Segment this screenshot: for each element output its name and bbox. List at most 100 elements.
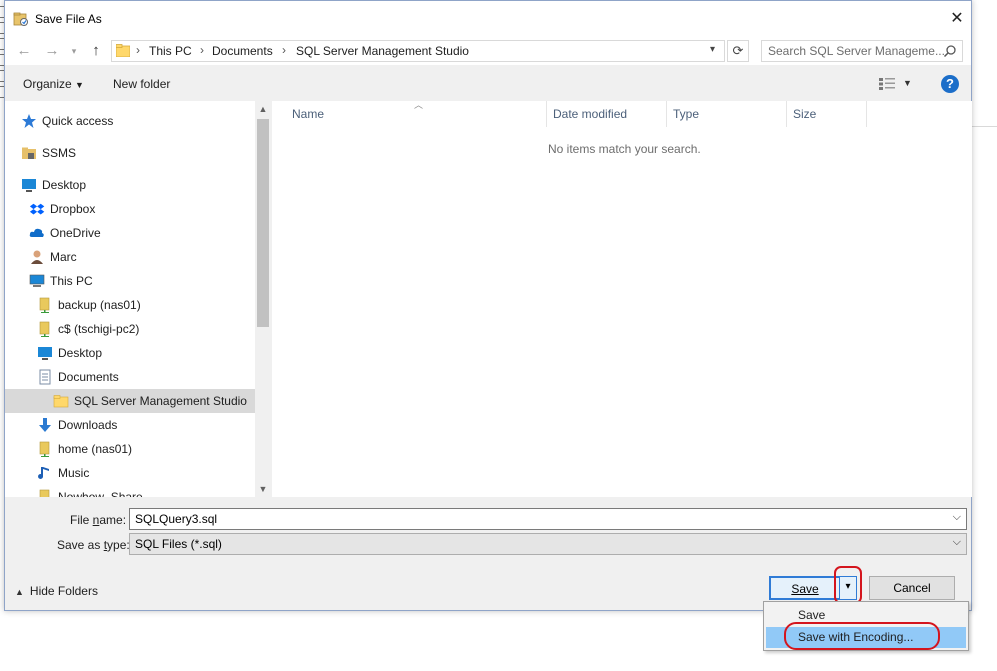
star-icon [22,114,36,128]
breadcrumb-separator-icon: › [200,43,204,57]
scrollbar-thumb[interactable] [257,119,269,327]
folder-tool-icon [22,147,36,159]
network-drive-icon [39,321,50,337]
sidebar-item-desktop[interactable]: Desktop [5,341,255,365]
sidebar-item-label: Nowhow_Share [58,490,143,497]
column-divider[interactable] [786,101,787,127]
user-icon [31,250,43,264]
back-arrow-icon[interactable]: ← [13,40,35,62]
recent-locations-chevron-icon[interactable]: ▾ [67,40,81,62]
navigation-scrollbar[interactable]: ▲ ▼ [255,101,271,497]
sidebar-item-sql-server-management-studio[interactable]: SQL Server Management Studio [5,389,255,413]
network-drive-icon [39,489,50,497]
save-as-type-dropdown-icon[interactable]: ⌵ [953,536,961,549]
search-input[interactable]: Search SQL Server Manageme... [761,40,963,62]
sidebar-item-downloads[interactable]: Downloads [5,413,255,437]
column-divider[interactable] [866,101,867,127]
desktop-icon [38,347,52,360]
sidebar-item-this-pc[interactable]: This PC [5,269,255,293]
network-drive-icon [39,297,50,313]
scroll-up-icon[interactable]: ▲ [255,101,271,117]
file-name-dropdown-icon[interactable]: ⌵ [953,511,961,524]
sidebar-item-label: This PC [50,274,93,288]
navigation-bar: ← → ▾ ↑ › This PC › Documents › SQL Serv… [5,37,971,65]
column-divider[interactable] [666,101,667,127]
computer-icon [29,274,45,287]
save-button[interactable]: Save [769,576,841,600]
column-divider[interactable] [546,101,547,127]
hide-folders-button[interactable]: ▲ Hide Folders [15,584,98,598]
save-dialog-icon [13,12,28,26]
address-dropdown-icon[interactable]: ▾ [710,44,715,55]
breadcrumb-separator-icon: › [282,43,286,57]
sidebar-item-label: Downloads [58,418,118,432]
annotation-circle [784,622,940,650]
close-button[interactable]: ✕ [945,7,969,31]
sidebar-item-label: backup (nas01) [58,298,141,312]
sidebar-item-home-nas01[interactable]: home (nas01) [5,437,255,461]
view-dropdown-icon[interactable]: ▼ [903,78,912,88]
breadcrumb-sql-server-management-studio[interactable]: SQL Server Management Studio [296,44,469,58]
sidebar-item-dropbox[interactable]: Dropbox [5,197,255,221]
sidebar-item-music[interactable]: Music [5,461,255,485]
address-bar[interactable]: › This PC › Documents › SQL Server Manag… [111,40,725,62]
sidebar-item-c-tschigi-pc2[interactable]: c$ (tschigi-pc2) [5,317,255,341]
folder-icon [116,44,130,57]
download-icon [39,418,51,432]
sidebar-item-marc[interactable]: Marc [5,245,255,269]
collapse-chevron-icon: ▲ [15,587,24,597]
breadcrumb-this-pc[interactable]: This PC [149,44,192,58]
organize-dropdown-icon: ▼ [75,80,84,90]
save-file-dialog: Save File As ✕ ← → ▾ ↑ › This PC › Docum… [4,0,972,611]
command-bar: Organize ▼ New folder ▼ ? [5,65,971,101]
view-options-icon[interactable] [879,78,895,90]
sidebar-item-desktop[interactable]: Desktop [5,173,255,197]
sidebar-item-label: Dropbox [50,202,96,216]
breadcrumb-documents[interactable]: Documents [212,44,273,58]
save-as-type-value: SQL Files (*.sql) [135,537,222,551]
save-as-type-select[interactable]: SQL Files (*.sql) ⌵ [129,533,967,555]
window-title: Save File As [35,12,102,26]
sort-caret-icon: ︿ [414,100,424,110]
folder-icon [53,395,69,408]
sidebar-item-label: Music [58,466,90,480]
up-arrow-icon[interactable]: ↑ [85,40,107,62]
sidebar-item-label: c$ (tschigi-pc2) [58,322,140,336]
column-header-name[interactable]: Name [292,107,324,127]
sidebar-item-label: Documents [58,370,119,384]
forward-arrow-icon[interactable]: → [41,40,63,62]
organize-label: Organize [23,77,72,91]
navigation-pane: Quick access SSMS Desktop Dropbox OneDrive Ma… [5,101,271,497]
breadcrumb-separator-icon: › [136,43,140,57]
organize-button[interactable]: Organize ▼ [23,77,84,91]
sidebar-item-backup-nas01[interactable]: backup (nas01) [5,293,255,317]
refresh-button[interactable]: ⟳ [727,40,749,62]
sidebar-item-label: Desktop [58,346,103,360]
help-icon[interactable]: ? [941,75,959,93]
save-as-type-label: Save as type: [57,538,130,552]
column-header-size[interactable]: Size [793,107,816,127]
sidebar-item-label: Quick access [42,114,114,128]
scroll-down-icon[interactable]: ▼ [255,481,271,497]
column-header-type[interactable]: Type [673,107,699,127]
sidebar-item-label: OneDrive [50,226,101,240]
background-divider [972,126,997,127]
empty-message: No items match your search. [548,142,701,156]
new-folder-button[interactable]: New folder [113,77,170,91]
sidebar-item-ssms[interactable]: SSMS [5,141,255,165]
file-name-field[interactable]: SQLQuery3.sql ⌵ [129,508,967,530]
sidebar-item-documents[interactable]: Documents [5,365,255,389]
sidebar-item-label: home (nas01) [58,442,133,456]
dropbox-icon [29,203,45,215]
search-icon [943,45,956,58]
sidebar-item-nowhow-share[interactable]: Nowhow_Share [5,485,255,497]
title-bar: Save File As ✕ [5,1,971,37]
cancel-button[interactable]: Cancel [869,576,955,600]
save-button-label: Save [791,582,819,596]
sidebar-item-quick-access[interactable]: Quick access [5,109,255,133]
column-header-date-modified[interactable]: Date modified [553,107,627,127]
sidebar-item-onedrive[interactable]: OneDrive [5,221,255,245]
music-icon [38,467,49,479]
file-name-value: SQLQuery3.sql [135,512,218,526]
document-icon [39,369,51,385]
